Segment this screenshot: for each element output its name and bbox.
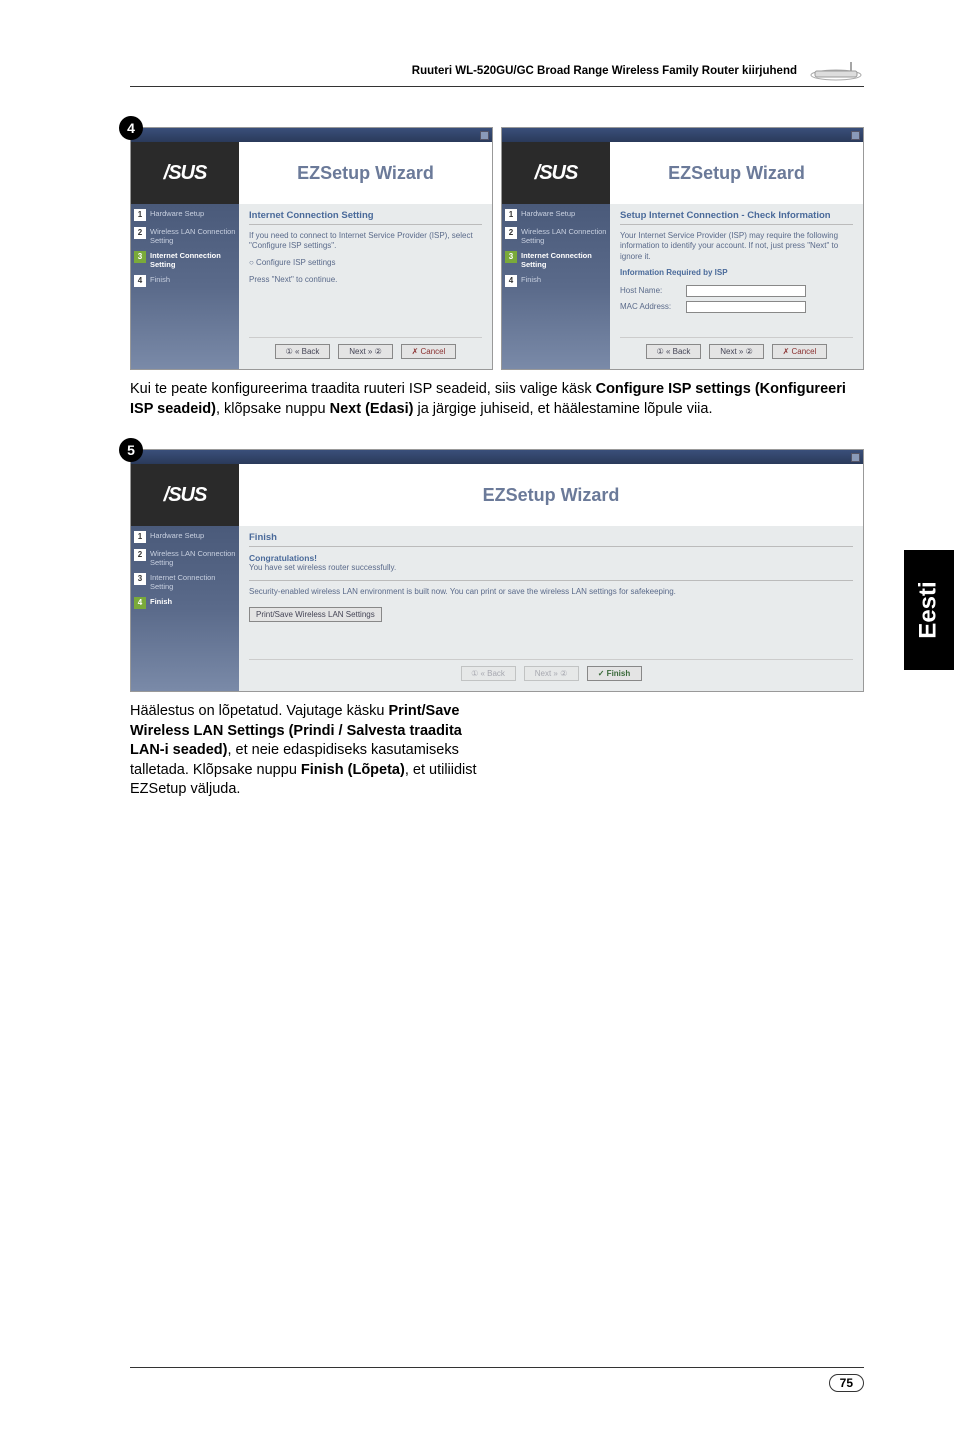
sidebar-step-label: Finish: [150, 597, 172, 609]
wizard-title: EZSetup Wizard: [239, 464, 863, 526]
sidebar-step-label: Hardware Setup: [150, 209, 204, 221]
sidebar-step-4: 4Finish: [505, 275, 607, 287]
page-footer: 75: [130, 1367, 864, 1392]
close-icon[interactable]: [480, 131, 489, 140]
page-number: 75: [829, 1374, 864, 1392]
mac-address-input[interactable]: [686, 301, 806, 313]
header-title: Ruuteri WL-520GU/GC Broad Range Wireless…: [412, 65, 797, 77]
wizard-5: 5 /SUS EZSetup Wizard 1Hardware Setup 2W…: [130, 449, 864, 692]
panel-text: You have set wireless router successfull…: [249, 563, 853, 573]
text-run: Kui te peate konfigureerima traadita ruu…: [130, 381, 596, 397]
sidebar-step-1: 1Hardware Setup: [134, 209, 236, 221]
back-button[interactable]: ① « Back: [646, 344, 701, 359]
screenshot-row-4: 4 /SUS EZSetup Wizard 1Hardware Setup 2W…: [130, 127, 864, 370]
host-name-input[interactable]: [686, 285, 806, 297]
wizard-title: EZSetup Wizard: [239, 142, 492, 204]
finish-button[interactable]: ✓ Finish: [587, 666, 642, 681]
router-icon: [809, 60, 864, 82]
cancel-button[interactable]: ✗ Cancel: [401, 344, 456, 359]
wizard-header: /SUS EZSetup Wizard: [502, 142, 863, 204]
sidebar-step-label: Internet Connection Setting: [521, 251, 607, 269]
panel-title: Finish: [249, 532, 853, 547]
panel-title: Internet Connection Setting: [249, 210, 482, 225]
panel-text: Press "Next" to continue.: [249, 275, 482, 285]
sidebar-step-label: Wireless LAN Connection Setting: [150, 549, 236, 567]
congrats-text: Congratulations!: [249, 553, 853, 563]
next-button[interactable]: Next » ②: [338, 344, 393, 359]
sidebar-step-label: Wireless LAN Connection Setting: [521, 227, 607, 245]
mac-address-label: MAC Address:: [620, 302, 680, 311]
step-badge-5: 5: [119, 438, 143, 462]
cancel-button[interactable]: ✗ Cancel: [772, 344, 827, 359]
asus-logo: /SUS: [502, 142, 610, 204]
screenshot-row-5: 5 /SUS EZSetup Wizard 1Hardware Setup 2W…: [130, 449, 864, 692]
wizard-header: /SUS EZSetup Wizard: [131, 464, 863, 526]
sidebar-step-label: Internet Connection Setting: [150, 251, 236, 269]
asus-logo: /SUS: [131, 142, 239, 204]
sidebar-step-2: 2Wireless LAN Connection Setting: [505, 227, 607, 245]
wizard-main-panel: Finish Congratulations! You have set wir…: [239, 526, 863, 691]
panel-title: Setup Internet Connection - Check Inform…: [620, 210, 853, 225]
wizard-sidebar: 1Hardware Setup 2Wireless LAN Connection…: [131, 204, 239, 369]
sidebar-step-label: Wireless LAN Connection Setting: [150, 227, 236, 245]
close-icon[interactable]: [851, 131, 860, 140]
text-run: ja järgige juhiseid, et häälestamine lõp…: [413, 401, 712, 417]
window-titlebar: [131, 450, 863, 464]
step-badge-4: 4: [119, 116, 143, 140]
panel-subheading: Information Required by ISP: [620, 268, 853, 278]
wizard-main-panel: Setup Internet Connection - Check Inform…: [610, 204, 863, 369]
paragraph-1: Kui te peate konfigureerima traadita ruu…: [130, 380, 864, 419]
language-label: Eesti: [915, 581, 943, 638]
sidebar-step-4: 4Finish: [134, 275, 236, 287]
close-icon[interactable]: [851, 453, 860, 462]
wizard-sidebar: 1Hardware Setup 2Wireless LAN Connection…: [502, 204, 610, 369]
sidebar-step-label: Finish: [150, 275, 170, 287]
panel-text: Security-enabled wireless LAN environmen…: [249, 587, 853, 597]
panel-text: If you need to connect to Internet Servi…: [249, 231, 482, 252]
wizard-4a: 4 /SUS EZSetup Wizard 1Hardware Setup 2W…: [130, 127, 493, 370]
back-button[interactable]: ① « Back: [275, 344, 330, 359]
back-button-disabled: ① « Back: [461, 666, 516, 681]
sidebar-step-label: Hardware Setup: [521, 209, 575, 221]
sidebar-step-3: 3Internet Connection Setting: [134, 251, 236, 269]
sidebar-step-3: 3Internet Connection Setting: [505, 251, 607, 269]
sidebar-step-1: 1Hardware Setup: [505, 209, 607, 221]
page-header: Ruuteri WL-520GU/GC Broad Range Wireless…: [130, 60, 864, 87]
panel-text: Your Internet Service Provider (ISP) may…: [620, 231, 853, 262]
paragraph-2: Häälestus on lõpetatud. Vajutage käsku P…: [130, 702, 497, 800]
sidebar-step-3: 3Internet Connection Setting: [134, 573, 236, 591]
sidebar-step-label: Internet Connection Setting: [150, 573, 236, 591]
text-run: , klõpsake nuppu: [216, 401, 330, 417]
text-bold: Next (Edasi): [330, 401, 414, 417]
wizard-main-panel: Internet Connection Setting If you need …: [239, 204, 492, 369]
wizard-sidebar: 1Hardware Setup 2Wireless LAN Connection…: [131, 526, 239, 691]
language-tab: Eesti: [904, 550, 954, 670]
asus-logo: /SUS: [131, 464, 239, 526]
text-bold: Finish (Lõpeta): [301, 762, 405, 778]
window-titlebar: [131, 128, 492, 142]
print-save-button[interactable]: Print/Save Wireless LAN Settings: [249, 607, 382, 622]
wizard-title: EZSetup Wizard: [610, 142, 863, 204]
wizard-header: /SUS EZSetup Wizard: [131, 142, 492, 204]
sidebar-step-label: Hardware Setup: [150, 531, 204, 543]
window-titlebar: [502, 128, 863, 142]
sidebar-step-2: 2Wireless LAN Connection Setting: [134, 549, 236, 567]
sidebar-step-label: Finish: [521, 275, 541, 287]
sidebar-step-1: 1Hardware Setup: [134, 531, 236, 543]
next-button-disabled: Next » ②: [524, 666, 579, 681]
host-name-label: Host Name:: [620, 286, 680, 295]
configure-isp-radio[interactable]: ○ Configure ISP settings: [249, 258, 482, 267]
sidebar-step-4: 4Finish: [134, 597, 236, 609]
wizard-4b: /SUS EZSetup Wizard 1Hardware Setup 2Wir…: [501, 127, 864, 370]
text-run: Häälestus on lõpetatud. Vajutage käsku: [130, 703, 389, 719]
next-button[interactable]: Next » ②: [709, 344, 764, 359]
sidebar-step-2: 2Wireless LAN Connection Setting: [134, 227, 236, 245]
